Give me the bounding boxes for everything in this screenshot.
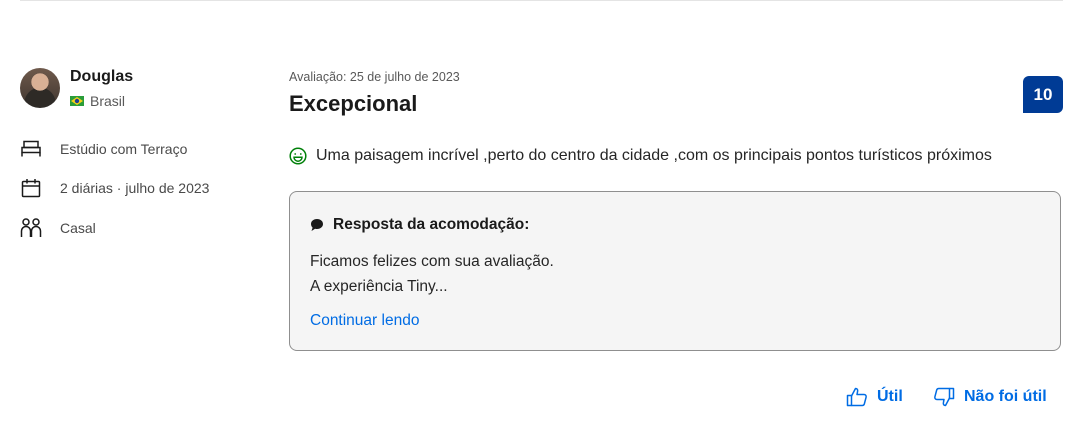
country-label: Brasil (90, 93, 126, 109)
helpful-label: Útil (877, 388, 903, 405)
response-line-1: Ficamos felizes com sua avaliação. (310, 253, 554, 270)
stay-info: 2 diárias · julho de 2023 (20, 177, 209, 199)
review-title: Excepcional (289, 91, 418, 116)
not-helpful-label: Não foi útil (964, 388, 1047, 405)
not-helpful-button[interactable]: Não foi útil (933, 386, 1047, 408)
response-line-2: A experiência Tiny... (310, 278, 448, 295)
reviewer-country: Brasil (70, 93, 125, 109)
group-type: Casal (20, 217, 96, 239)
avatar (20, 68, 60, 108)
smile-icon (289, 147, 307, 165)
room-type: Estúdio com Terraço (20, 138, 187, 160)
positive-comment: Uma paisagem incrível ,perto do centro d… (289, 147, 992, 165)
positive-comment-text: Uma paisagem incrível ,perto do centro d… (316, 147, 992, 164)
response-heading: Resposta da acomodação: (310, 216, 529, 234)
thumbs-up-icon (846, 387, 867, 407)
group-label: Casal (60, 220, 96, 236)
continue-reading-link[interactable]: Continuar lendo (310, 312, 419, 330)
speech-bubble-icon (311, 219, 323, 231)
review-date: Avaliação: 25 de julho de 2023 (289, 70, 460, 84)
helpful-button[interactable]: Útil (846, 386, 903, 408)
bed-icon (20, 138, 42, 160)
stay-label: 2 diárias · julho de 2023 (60, 180, 210, 196)
reviewer-name: Douglas (70, 68, 134, 85)
score-badge: 10 (1023, 76, 1063, 113)
top-divider (20, 0, 1063, 1)
calendar-icon (20, 177, 42, 199)
response-heading-text: Resposta da acomodação: (333, 216, 530, 233)
room-type-label: Estúdio com Terraço (60, 141, 188, 157)
couple-icon (20, 217, 42, 239)
property-response: Resposta da acomodação: Ficamos felizes … (289, 191, 1061, 351)
brazil-flag-icon (70, 96, 84, 106)
thumbs-down-icon (934, 387, 955, 407)
